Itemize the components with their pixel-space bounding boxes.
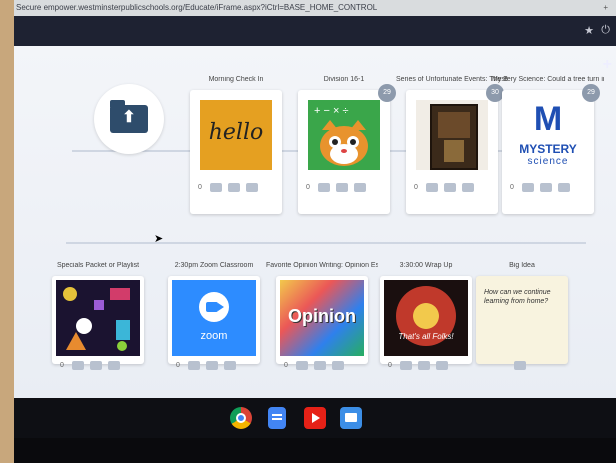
copy-icon[interactable]	[558, 183, 570, 192]
card-actions	[484, 360, 562, 374]
mouse-cursor: ➤	[154, 233, 164, 245]
comment-icon[interactable]	[540, 183, 552, 192]
opinion-thumbnail: Opinion	[280, 280, 364, 356]
mystery-logo-letter: M	[533, 100, 563, 138]
home-folder-button[interactable]: ⬆	[94, 84, 164, 154]
card-wrap-up[interactable]: 3:30:00 Wrap Up That's all Folks! 0	[380, 262, 472, 370]
card-division[interactable]: Division 16-1 29 + − × ÷ 0	[298, 76, 396, 214]
comment-icon[interactable]	[444, 183, 456, 192]
hello-thumbnail: hello	[200, 100, 272, 170]
copy-icon[interactable]	[354, 183, 366, 192]
card-big-idea[interactable]: Big Idea How can we continue learning fr…	[476, 262, 568, 370]
card-title: 2:30pm Zoom Classroom	[174, 262, 254, 269]
monitor-screen: Secure empower.westminsterpublicschools.…	[14, 0, 616, 463]
copy-icon[interactable]	[224, 361, 236, 370]
mystery-science-thumbnail: M MYSTERY science	[512, 100, 584, 170]
comment-icon[interactable]	[314, 361, 326, 370]
youtube-icon[interactable]	[304, 407, 326, 429]
specials-thumbnail	[56, 280, 140, 356]
student-count-badge: 29	[378, 84, 396, 102]
svg-text:+ − × ÷: + − × ÷	[314, 105, 348, 117]
app-canvas: + ⬆ Morning Check In hello 0 Division 16…	[14, 46, 616, 398]
mystery-word: MYSTERY	[519, 142, 577, 156]
docs-icon[interactable]	[268, 407, 286, 429]
divider	[66, 242, 586, 244]
comment-icon[interactable]	[228, 183, 240, 192]
card-morning-check-in[interactable]: Morning Check In hello 0	[190, 76, 282, 214]
thats-all-folks-thumbnail: That's all Folks!	[384, 280, 468, 356]
app-header: ★ ⏻	[14, 16, 616, 46]
opinion-word: Opinion	[288, 306, 356, 326]
book-cover-thumbnail	[416, 100, 488, 170]
monitor-bezel	[14, 438, 616, 463]
card-actions: 0	[306, 182, 384, 196]
card-title: Morning Check In	[208, 76, 264, 83]
zoom-thumbnail: zoom	[172, 280, 256, 356]
star-icon[interactable]: ★	[584, 24, 594, 37]
copy-icon[interactable]	[462, 183, 474, 192]
share-icon[interactable]	[400, 361, 412, 370]
card-actions: 0	[510, 182, 588, 196]
comment-icon[interactable]	[514, 361, 526, 370]
science-word: science	[527, 156, 569, 167]
share-icon[interactable]	[522, 183, 534, 192]
power-icon[interactable]: ⏻	[601, 24, 610, 37]
card-actions: 0	[60, 360, 138, 374]
card-unfortunate-events[interactable]: Series of Unfortunate Events: The Bad 30…	[396, 76, 508, 214]
comment-icon[interactable]	[90, 361, 102, 370]
url-text[interactable]: Secure empower.westminsterpublicschools.…	[16, 0, 377, 16]
comment-count: 0	[176, 362, 180, 369]
card-specials-packet[interactable]: Specials Packet or Playlist 0	[52, 262, 144, 370]
share-icon[interactable]	[318, 183, 330, 192]
comment-icon[interactable]	[336, 183, 348, 192]
new-tab-button[interactable]: +	[603, 0, 608, 16]
comment-count: 0	[510, 184, 514, 191]
chrome-icon[interactable]	[230, 407, 252, 429]
comment-count: 0	[306, 184, 310, 191]
card-actions: 0	[176, 360, 254, 374]
comment-count: 0	[198, 184, 202, 191]
comment-icon[interactable]	[206, 361, 218, 370]
copy-icon[interactable]	[108, 361, 120, 370]
folder-upload-icon: ⬆	[110, 100, 148, 133]
comment-count: 0	[284, 362, 288, 369]
card-title: Mystery Science: Could a tree turn into.…	[492, 76, 604, 83]
comment-count: 0	[388, 362, 392, 369]
hello-text: hello	[208, 120, 264, 145]
share-icon[interactable]	[72, 361, 84, 370]
card-actions: 0	[198, 182, 276, 196]
card-title: Favorite Opinion Writing: Opinion Essay	[266, 262, 378, 269]
copy-icon[interactable]	[436, 361, 448, 370]
share-icon[interactable]	[210, 183, 222, 192]
thats-all-text: That's all Folks!	[398, 332, 454, 341]
big-idea-text: How can we continue learning from home?	[484, 289, 551, 306]
card-opinion-writing[interactable]: Favorite Opinion Writing: Opinion Essay …	[266, 262, 378, 370]
card-title: Specials Packet or Playlist	[56, 262, 140, 269]
card-actions: 0	[414, 182, 492, 196]
card-actions: 0	[388, 360, 466, 374]
student-count-badge: 29	[582, 84, 600, 102]
add-button[interactable]: +	[603, 56, 612, 74]
card-mystery-science[interactable]: Mystery Science: Could a tree turn into.…	[492, 76, 604, 214]
share-icon[interactable]	[296, 361, 308, 370]
share-icon[interactable]	[426, 183, 438, 192]
card-title: Big Idea	[509, 262, 535, 269]
comment-icon[interactable]	[418, 361, 430, 370]
address-bar[interactable]: Secure empower.westminsterpublicschools.…	[14, 0, 616, 16]
math-cat-thumbnail: + − × ÷	[308, 100, 380, 170]
card-zoom-classroom[interactable]: 2:30pm Zoom Classroom zoom 0	[168, 262, 260, 370]
comment-count: 0	[60, 362, 64, 369]
files-icon[interactable]	[340, 407, 362, 429]
comment-count: 0	[414, 184, 418, 191]
shelf	[14, 398, 616, 438]
copy-icon[interactable]	[246, 183, 258, 192]
card-actions: 0	[284, 360, 362, 374]
copy-icon[interactable]	[332, 361, 344, 370]
card-title: Division 16-1	[323, 76, 365, 83]
zoom-word: zoom	[200, 330, 228, 342]
share-icon[interactable]	[188, 361, 200, 370]
